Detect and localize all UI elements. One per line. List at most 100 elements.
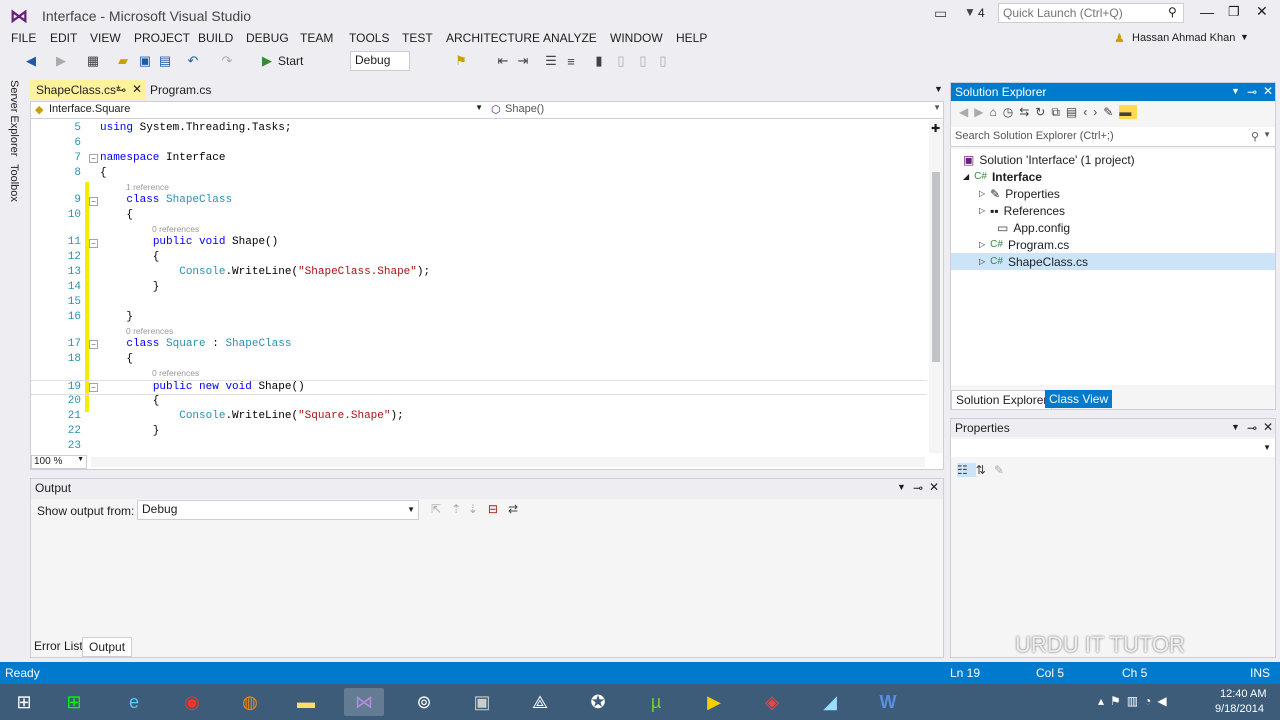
- properties-object-select[interactable]: ▼: [951, 439, 1275, 457]
- tab-solution-explorer[interactable]: Solution Explorer: [951, 390, 1053, 410]
- pin-icon[interactable]: ⊸: [116, 83, 126, 97]
- back-icon[interactable]: ◀: [959, 105, 974, 119]
- tab-dropdown-icon[interactable]: ▼: [934, 84, 943, 94]
- goto-icon[interactable]: ⇱: [431, 502, 441, 516]
- expand-icon[interactable]: ▷: [979, 240, 985, 249]
- collapse-all-icon[interactable]: ⧉: [1051, 105, 1066, 119]
- notification-icon[interactable]: ▭: [934, 5, 947, 22]
- comment-icon[interactable]: ☰: [542, 52, 560, 70]
- bookmark-prev-icon[interactable]: ▯: [612, 52, 630, 70]
- codelens-reference[interactable]: 0 references: [152, 224, 199, 234]
- menu-edit[interactable]: EDIT: [50, 31, 77, 45]
- menu-analyze[interactable]: ANALYZE: [543, 31, 597, 45]
- chevron-down-icon[interactable]: ▼: [1231, 86, 1240, 96]
- search-icon[interactable]: ⚲: [1168, 5, 1177, 19]
- se-search-box[interactable]: Search Solution Explorer (Ctrl+;) ⚲ ▼: [951, 127, 1275, 147]
- tab-error-list[interactable]: Error List: [34, 639, 83, 653]
- member-selector[interactable]: ⬡ Shape() ▼: [487, 102, 943, 118]
- tree-shapeclass-cs[interactable]: ▷ C# ShapeClass.cs: [951, 253, 1275, 270]
- utorrent-icon[interactable]: µ: [636, 688, 676, 716]
- pin-icon[interactable]: ⊸: [1247, 421, 1257, 435]
- pin-icon[interactable]: ⊸: [913, 481, 923, 495]
- refresh-icon[interactable]: ↻: [1035, 105, 1051, 119]
- menu-view[interactable]: VIEW: [90, 31, 121, 45]
- app-icon[interactable]: ◈: [752, 688, 792, 716]
- new-project-icon[interactable]: ▦: [84, 52, 102, 70]
- save-all-icon[interactable]: ▤: [156, 52, 174, 70]
- categorized-icon[interactable]: ☷: [957, 463, 976, 477]
- collapse-icon[interactable]: −: [89, 154, 98, 163]
- save-icon[interactable]: ▣: [136, 52, 154, 70]
- menu-file[interactable]: FILE: [11, 31, 36, 45]
- menu-window[interactable]: WINDOW: [610, 31, 663, 45]
- zoom-select[interactable]: 100 % ▼: [31, 455, 87, 469]
- menu-team[interactable]: TEAM: [300, 31, 333, 45]
- tab-shapeclass[interactable]: ShapeClass.cs* ⊸ ✕: [30, 80, 146, 100]
- tree-project[interactable]: ◢ C# Interface: [963, 168, 1042, 185]
- find-icon[interactable]: ⚑: [452, 52, 470, 70]
- tree-program-cs[interactable]: ▷ C# Program.cs: [979, 236, 1069, 253]
- filter-icon[interactable]: ▼: [964, 5, 976, 19]
- app-icon[interactable]: ✪: [578, 688, 618, 716]
- output-source-select[interactable]: Debug ▼: [137, 500, 419, 520]
- tray-icons[interactable]: ▴⚑▥◔◀: [1098, 694, 1173, 708]
- tab-output[interactable]: Output: [82, 637, 133, 657]
- config-select[interactable]: Debug: [350, 51, 410, 71]
- clear-all-icon[interactable]: ⊟: [488, 502, 498, 516]
- codelens-reference[interactable]: 0 references: [126, 326, 173, 336]
- output-text-area[interactable]: [31, 523, 943, 635]
- codelens-reference[interactable]: 0 references: [152, 368, 199, 378]
- minimize-button[interactable]: —: [1200, 4, 1214, 20]
- collapse-icon[interactable]: −: [89, 239, 98, 248]
- prev-icon[interactable]: ⇡: [451, 502, 461, 516]
- show-all-icon[interactable]: ▤: [1066, 105, 1083, 119]
- class-selector[interactable]: ◆ Interface.Square ▼: [31, 102, 485, 118]
- menu-build[interactable]: BUILD: [198, 31, 233, 45]
- app-icon[interactable]: ▣: [462, 688, 502, 716]
- bookmark-next-icon[interactable]: ▯: [634, 52, 652, 70]
- redo-icon[interactable]: ↷: [218, 52, 236, 70]
- chrome-icon[interactable]: ◉: [172, 688, 212, 716]
- tree-references[interactable]: ▷ ▪▪ References: [979, 202, 1065, 219]
- history-icon[interactable]: ◷: [1003, 105, 1019, 119]
- quick-launch-input[interactable]: [998, 3, 1184, 23]
- bookmark-clear-icon[interactable]: ▯: [654, 52, 672, 70]
- chevron-down-icon[interactable]: ▼: [1231, 422, 1240, 432]
- expand-icon[interactable]: ◢: [963, 172, 969, 181]
- wrench-icon[interactable]: ✎: [1103, 105, 1119, 119]
- chevron-down-icon[interactable]: ▼: [897, 482, 906, 492]
- pin-icon[interactable]: ⊸: [1247, 85, 1257, 99]
- video-icon[interactable]: ▶: [694, 688, 734, 716]
- clock-time[interactable]: 12:40 AM: [1220, 688, 1266, 700]
- scroll-thumb[interactable]: [932, 172, 940, 362]
- expand-icon[interactable]: ▷: [979, 206, 985, 215]
- collapse-icon[interactable]: −: [89, 197, 98, 206]
- expand-icon[interactable]: ▷: [979, 257, 985, 266]
- sync-icon[interactable]: ⇆: [1019, 105, 1035, 119]
- chevron-down-icon[interactable]: ▼: [1240, 32, 1249, 42]
- close-button[interactable]: ✕: [1256, 3, 1268, 20]
- step-over-icon[interactable]: ⇥: [514, 52, 532, 70]
- ie-icon[interactable]: e: [114, 688, 154, 716]
- forward-icon[interactable]: ▶: [974, 105, 989, 119]
- start-windows-icon[interactable]: ⊞: [4, 688, 44, 716]
- home-icon[interactable]: ⌂: [989, 105, 1002, 119]
- menu-tools[interactable]: TOOLS: [349, 31, 389, 45]
- close-icon[interactable]: ✕: [929, 480, 939, 494]
- back-icon[interactable]: ◀: [22, 52, 40, 70]
- menu-test[interactable]: TEST: [402, 31, 433, 45]
- collapse-icon[interactable]: −: [89, 340, 98, 349]
- firefox-icon[interactable]: ◍: [230, 688, 270, 716]
- open-icon[interactable]: ▰: [114, 52, 132, 70]
- unity-icon[interactable]: ⟁: [520, 688, 560, 716]
- next-icon[interactable]: ⇣: [468, 502, 478, 516]
- bookmark-icon[interactable]: ▮: [590, 52, 608, 70]
- property-pages-icon[interactable]: ✎: [994, 463, 1012, 477]
- app-icon[interactable]: ◢: [810, 688, 850, 716]
- user-icon[interactable]: ♟: [1114, 31, 1125, 45]
- undo-icon[interactable]: ↶: [184, 52, 202, 70]
- menu-debug[interactable]: DEBUG: [246, 31, 289, 45]
- clock-date[interactable]: 9/18/2014: [1215, 703, 1264, 715]
- step-icon[interactable]: ⇤: [494, 52, 512, 70]
- close-icon[interactable]: ✕: [132, 82, 142, 96]
